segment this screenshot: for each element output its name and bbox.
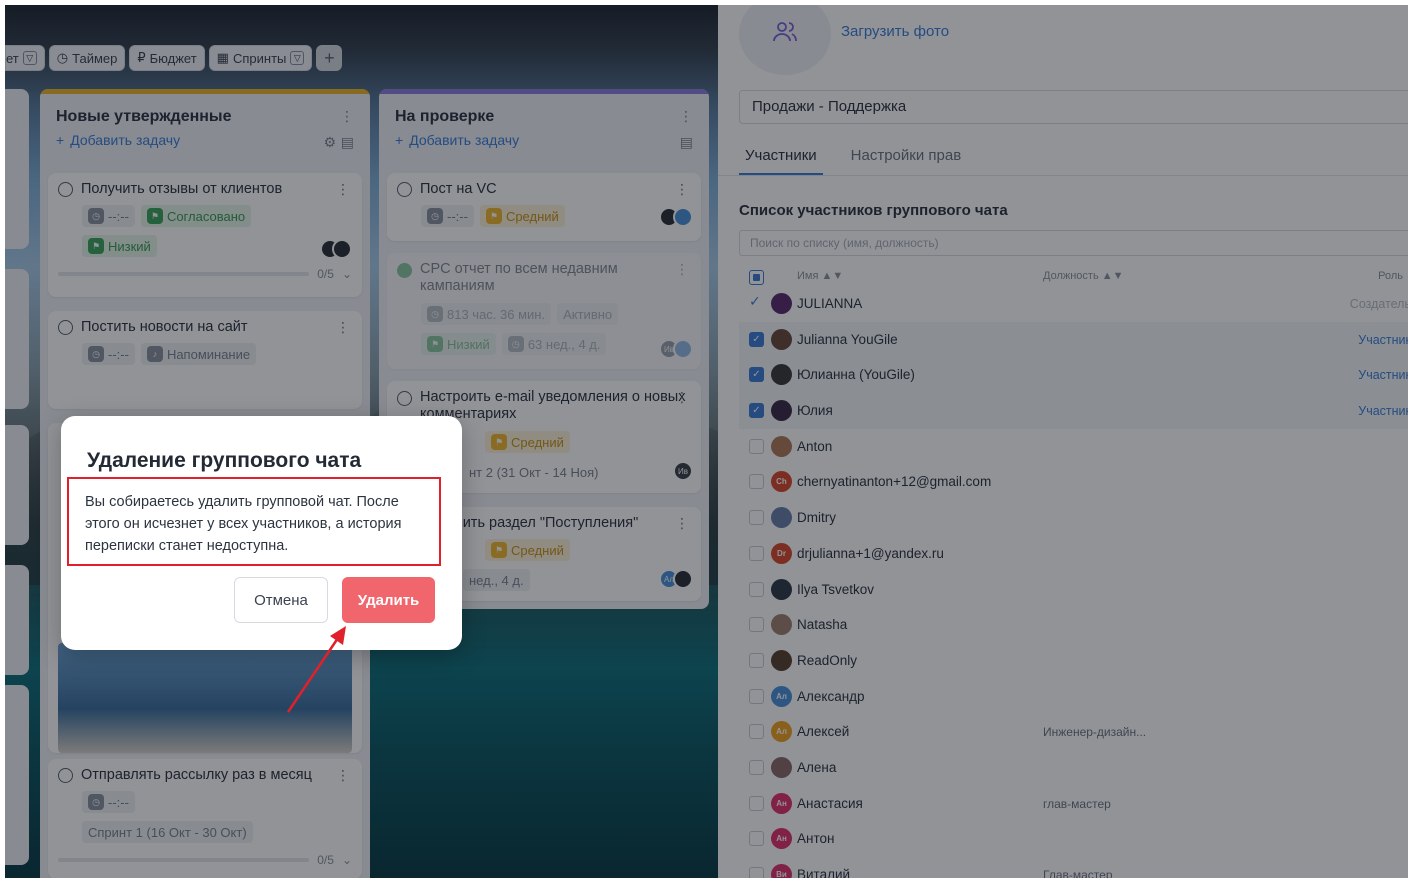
app-window: ет ▽ ◷ Таймер ₽ Бюджет ▦ Спринты ▽ + Новые ут…	[5, 5, 1408, 878]
delete-chat-dialog: Удаление группового чата Вы собираетесь …	[61, 416, 462, 650]
dialog-message: Вы собираетесь удалить групповой чат. По…	[85, 494, 402, 554]
dialog-title: Удаление группового чата	[87, 449, 362, 472]
highlight-box: Вы собираетесь удалить групповой чат. По…	[67, 477, 441, 566]
cancel-button[interactable]: Отмена	[234, 577, 328, 623]
delete-button[interactable]: Удалить	[342, 577, 435, 623]
